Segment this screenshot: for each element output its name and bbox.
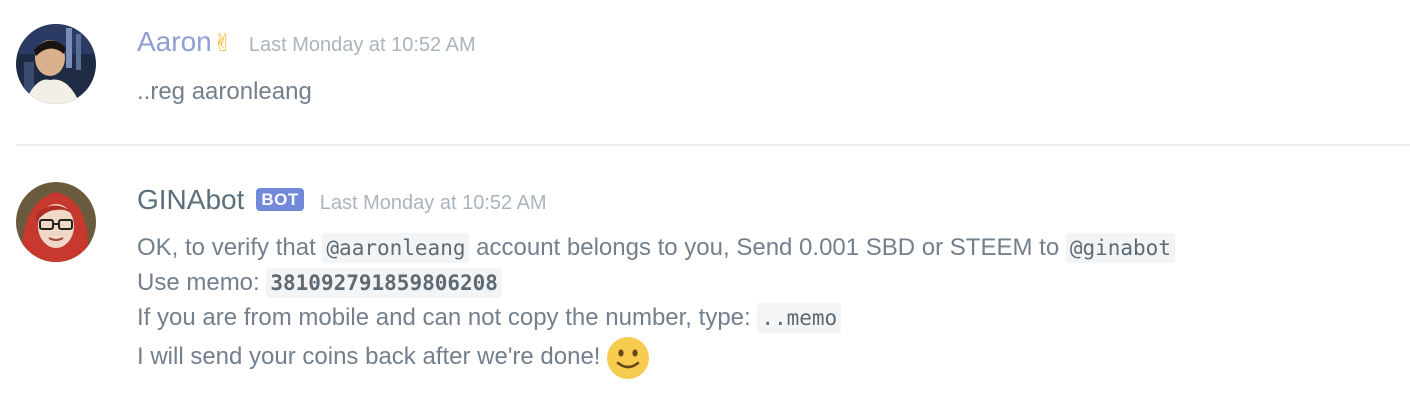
- bot-badge: BOT: [256, 188, 304, 211]
- message-header: GINAbot BOT Last Monday at 10:52 AM: [137, 184, 547, 216]
- message-text: OK, to verify that: [137, 234, 323, 261]
- message-header: Aaron ✌ Last Monday at 10:52 AM: [137, 26, 476, 58]
- message-text: account belongs to you, Send 0.001 SBD o…: [469, 234, 1066, 261]
- inline-code-mention: @ginabot: [1065, 233, 1175, 263]
- message-line: I will send your coins back after we're …: [137, 335, 1175, 379]
- message-text: ..reg aaronleang: [137, 78, 312, 105]
- message-text: If you are from mobile and can not copy …: [137, 304, 758, 331]
- timestamp: Last Monday at 10:52 AM: [248, 34, 476, 56]
- message-aaron: Aaron ✌ Last Monday at 10:52 AM ..reg aa…: [0, 0, 1410, 144]
- message-line: Use memo: 381092791859806208: [137, 265, 1175, 300]
- avatar[interactable]: [16, 24, 96, 104]
- message-line: OK, to verify that @aaronleang account b…: [137, 230, 1175, 265]
- slightly-smiling-face-icon: [607, 336, 650, 379]
- inline-code-memo: 381092791859806208: [266, 268, 502, 298]
- victory-hand-icon: ✌: [212, 30, 233, 57]
- bot-avatar-image: [16, 182, 96, 262]
- chat-messages: Aaron ✌ Last Monday at 10:52 AM ..reg aa…: [0, 0, 1410, 404]
- avatar[interactable]: [16, 182, 96, 262]
- user-avatar-image: [16, 24, 96, 104]
- message-line: If you are from mobile and can not copy …: [137, 300, 1175, 335]
- username[interactable]: GINAbot: [137, 184, 244, 216]
- message-content: ..reg aaronleang: [137, 74, 312, 109]
- message-text: I will send your coins back after we're …: [137, 343, 601, 370]
- message-content: OK, to verify that @aaronleang account b…: [137, 230, 1175, 379]
- message-text: Use memo:: [137, 269, 267, 296]
- username[interactable]: Aaron: [137, 26, 212, 58]
- inline-code-mention: @aaronleang: [322, 233, 470, 263]
- message-ginabot: GINAbot BOT Last Monday at 10:52 AM OK, …: [0, 146, 1410, 404]
- timestamp: Last Monday at 10:52 AM: [319, 192, 547, 214]
- inline-code-command: ..memo: [757, 303, 842, 333]
